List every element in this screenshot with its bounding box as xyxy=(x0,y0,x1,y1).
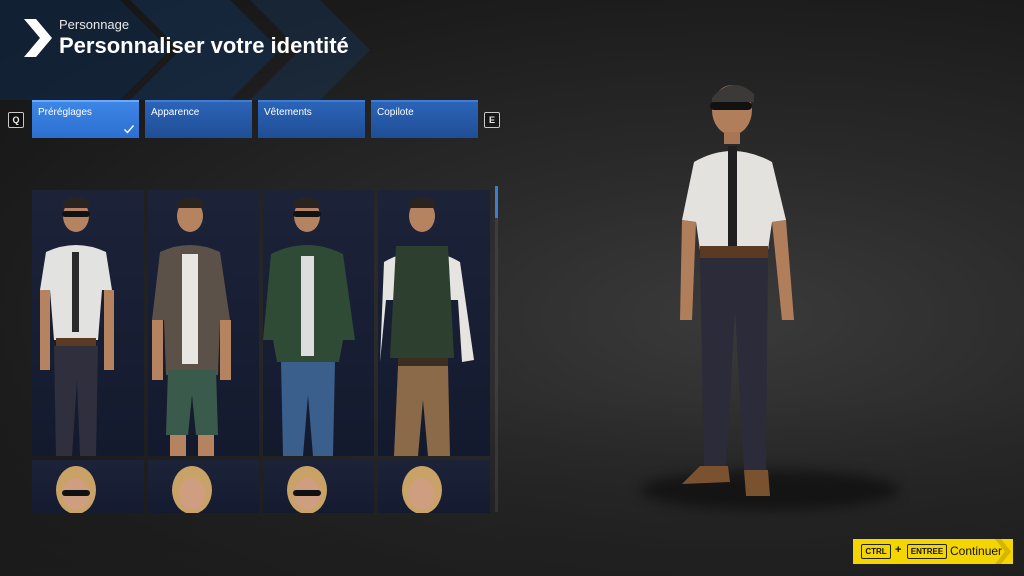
preset-bomber-jacket[interactable] xyxy=(263,190,374,456)
tab-label: Vêtements xyxy=(264,107,312,118)
tab-label: Apparence xyxy=(151,107,200,118)
plus-symbol: + xyxy=(895,544,902,556)
tab-label: Copilote xyxy=(377,107,414,118)
tab-label: Préréglages xyxy=(38,107,92,118)
enter-key: ENTREE xyxy=(907,544,947,559)
preset-female-sunglasses-2[interactable] xyxy=(263,460,374,513)
prev-tab-key[interactable]: Q xyxy=(8,112,24,128)
scrollbar-thumb[interactable] xyxy=(495,186,498,218)
stripes-decoration xyxy=(995,539,1011,564)
preset-casual-shirt[interactable] xyxy=(148,190,259,456)
character-figure xyxy=(380,197,474,456)
next-tab-key[interactable]: E xyxy=(484,112,500,128)
tab-presets[interactable]: Préréglages xyxy=(32,100,139,138)
continue-button[interactable]: CTRL + ENTREE Continuer xyxy=(853,539,1013,564)
checkmark-icon xyxy=(124,125,135,134)
character-figure xyxy=(402,466,442,513)
breadcrumb: Personnage xyxy=(59,17,130,32)
preset-female[interactable] xyxy=(148,460,259,513)
character-figure xyxy=(287,466,327,513)
character-preview[interactable] xyxy=(660,70,820,510)
preset-pilot-uniform[interactable] xyxy=(32,190,144,456)
ctrl-key: CTRL xyxy=(861,544,891,559)
character-figure xyxy=(263,197,355,456)
tab-clothing[interactable]: Vêtements xyxy=(258,100,365,138)
preset-green-vest[interactable] xyxy=(378,190,490,456)
preset-grid xyxy=(32,190,490,513)
preset-scrollbar[interactable] xyxy=(495,186,498,512)
character-figure xyxy=(172,466,212,513)
page-title: Personnaliser votre identité xyxy=(59,33,349,58)
character-figure xyxy=(56,466,96,513)
preset-female-2[interactable] xyxy=(378,460,490,513)
tab-copilot[interactable]: Copilote xyxy=(371,100,478,138)
chevron-right-icon xyxy=(24,19,52,57)
preset-female-sunglasses[interactable] xyxy=(32,460,144,513)
tab-appearance[interactable]: Apparence xyxy=(145,100,252,138)
character-figure xyxy=(40,197,114,456)
character-figure xyxy=(152,197,231,456)
